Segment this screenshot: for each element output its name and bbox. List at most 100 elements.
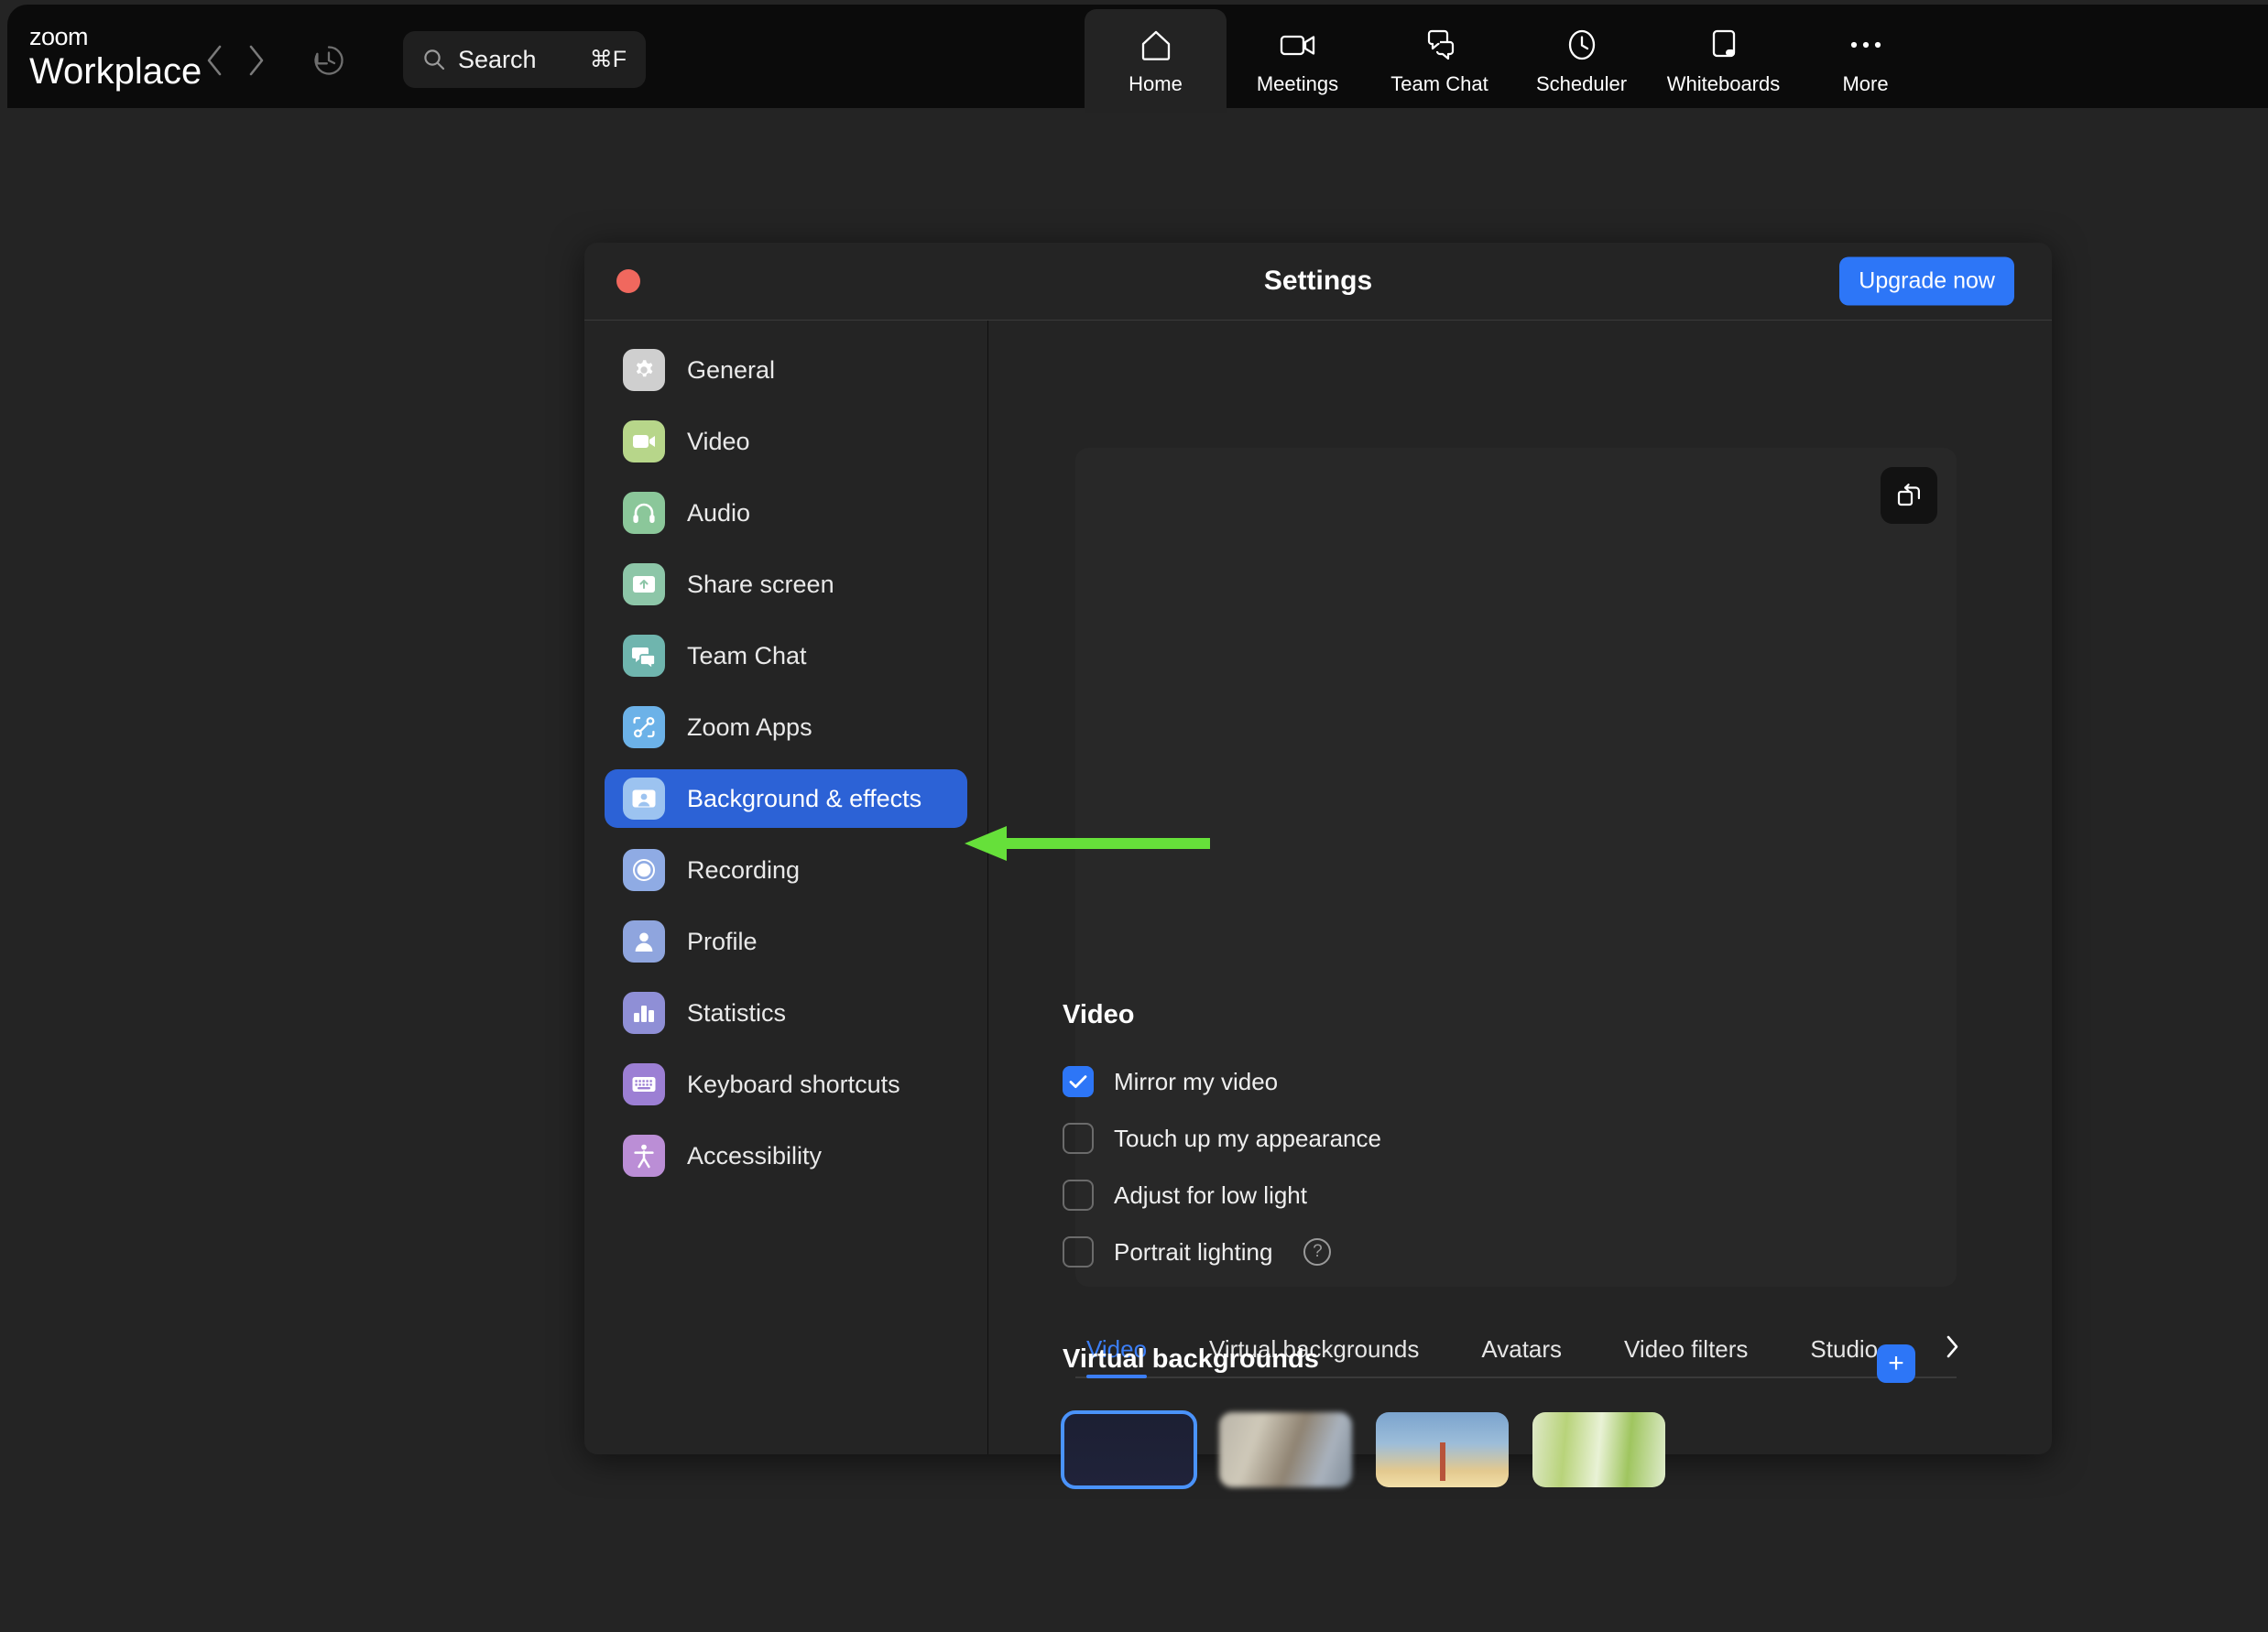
main-nav-tabs: Home Meetings Team Chat Scheduler Whiteb… <box>1085 5 1936 113</box>
tab-meetings-label: Meetings <box>1256 72 1339 95</box>
upgrade-now-button[interactable]: Upgrade now <box>1839 256 2014 306</box>
checkbox-row-portrait-lighting[interactable]: Portrait lighting ? <box>1063 1224 1759 1280</box>
record-icon <box>623 849 665 891</box>
tab-video-filters-label: Video filters <box>1624 1335 1749 1363</box>
tab-avatars[interactable]: Avatars <box>1481 1335 1562 1376</box>
sidebar-item-accessibility[interactable]: Accessibility <box>605 1126 967 1185</box>
headphones-icon <box>623 492 665 534</box>
brand-line-2: Workplace <box>29 51 202 92</box>
virtual-background-thumbnails <box>1061 1410 1665 1489</box>
checkbox-adjust-for-low-light-label: Adjust for low light <box>1114 1180 1307 1209</box>
bridge-tower <box>1439 1442 1445 1482</box>
checkbox-row-adjust-for-low-light[interactable]: Adjust for low light <box>1063 1167 1759 1224</box>
search-shortcut-hint: ⌘F <box>589 47 627 72</box>
settings-dialog-header: Settings Upgrade now <box>584 243 2052 321</box>
video-section-title: Video <box>1063 1000 1135 1029</box>
checkbox-row-touch-up-my-appearance[interactable]: Touch up my appearance <box>1063 1110 1759 1167</box>
zoom-workplace-logo: zoom Workplace <box>29 23 202 92</box>
add-virtual-background-button[interactable]: + <box>1877 1344 1915 1383</box>
share-screen-icon <box>623 563 665 605</box>
tab-scheduler[interactable]: Scheduler <box>1510 9 1652 113</box>
sidebar-item-share-screen-label: Share screen <box>687 570 834 598</box>
sidebar-item-zoom-apps[interactable]: Zoom Apps <box>605 698 967 756</box>
keyboard-icon <box>623 1063 665 1105</box>
whiteboard-icon <box>1706 26 1741 64</box>
checkbox-touch-up-my-appearance-label: Touch up my appearance <box>1114 1124 1381 1152</box>
rotate-camera-button[interactable] <box>1881 467 1937 524</box>
chat-bubbles-icon <box>1421 26 1459 64</box>
sidebar-item-team-chat-label: Team Chat <box>687 641 807 669</box>
sidebar-item-profile[interactable]: Profile <box>605 912 967 971</box>
ellipsis-icon <box>1848 26 1884 64</box>
search-placeholder-text: Search <box>458 45 537 73</box>
accessibility-icon <box>623 1135 665 1177</box>
app-window-titlebar: zoom Workplace Search ⌘F Home Meetings T… <box>7 5 2268 113</box>
tab-home[interactable]: Home <box>1085 9 1227 113</box>
sidebar-item-audio-label: Audio <box>687 498 751 527</box>
portrait-lighting-help-icon[interactable]: ? <box>1303 1238 1332 1266</box>
home-icon <box>1138 26 1174 64</box>
virtual-background-thumbnail-blur[interactable] <box>1219 1412 1352 1487</box>
checkbox-adjust-for-low-light[interactable] <box>1063 1180 1094 1211</box>
sidebar-item-profile-label: Profile <box>687 927 758 955</box>
back-button[interactable] <box>193 39 235 82</box>
tab-home-label: Home <box>1129 72 1183 95</box>
tab-video-filters[interactable]: Video filters <box>1624 1335 1748 1376</box>
sidebar-item-statistics[interactable]: Statistics <box>605 984 967 1042</box>
sidebar-item-background-and-effects[interactable]: Background & effects <box>605 769 967 828</box>
virtual-backgrounds-title: Virtual backgrounds <box>1063 1344 1319 1374</box>
history-clock-icon <box>314 46 343 75</box>
virtual-background-thumbnail-grass[interactable] <box>1532 1412 1665 1487</box>
settings-sidebar: General Video Audio Share screen Team Ch… <box>584 321 988 1454</box>
forward-button[interactable] <box>235 39 278 82</box>
sidebar-item-general-label: General <box>687 355 776 384</box>
search-icon <box>422 48 446 71</box>
sidebar-item-video[interactable]: Video <box>605 412 967 471</box>
team-chat-icon <box>623 635 665 677</box>
sidebar-item-video-label: Video <box>687 427 750 455</box>
sidebar-item-keyboard-shortcuts[interactable]: Keyboard shortcuts <box>605 1055 967 1114</box>
tab-more-label: More <box>1842 72 1889 95</box>
sidebar-item-audio[interactable]: Audio <box>605 484 967 542</box>
settings-dialog-title: Settings <box>1263 266 1373 296</box>
checkbox-portrait-lighting[interactable] <box>1063 1236 1094 1268</box>
tab-more[interactable]: More <box>1794 9 1936 113</box>
sidebar-item-general[interactable]: General <box>605 341 967 399</box>
sidebar-item-zoom-apps-label: Zoom Apps <box>687 713 812 741</box>
tab-studio[interactable]: Studio <box>1810 1335 1878 1376</box>
tab-team-chat[interactable]: Team Chat <box>1368 9 1510 113</box>
virtual-background-thumbnail-none[interactable] <box>1061 1410 1197 1489</box>
tab-scheduler-label: Scheduler <box>1535 72 1628 95</box>
chevron-right-icon <box>1946 1335 1958 1358</box>
bar-chart-icon <box>623 992 665 1034</box>
settings-content-pane: Video Virtual backgrounds Avatars Video … <box>988 321 2052 1454</box>
sidebar-item-share-screen[interactable]: Share screen <box>605 555 967 614</box>
brand-line-1: zoom <box>29 23 89 50</box>
checkbox-mirror-my-video[interactable] <box>1063 1066 1094 1097</box>
video-camera-icon <box>1278 26 1318 64</box>
tab-whiteboards-label: Whiteboards <box>1666 72 1781 95</box>
virtual-background-thumbnail-golden-gate[interactable] <box>1376 1412 1509 1487</box>
background-effects-icon <box>623 778 665 820</box>
sidebar-item-team-chat[interactable]: Team Chat <box>605 626 967 685</box>
sidebar-item-accessibility-label: Accessibility <box>687 1141 823 1170</box>
tab-whiteboards[interactable]: Whiteboards <box>1652 9 1794 113</box>
checkbox-row-mirror-my-video[interactable]: Mirror my video <box>1063 1053 1759 1110</box>
search-input[interactable]: Search ⌘F <box>403 31 646 88</box>
tabs-scroll-right-button[interactable] <box>1945 1334 1960 1364</box>
tab-studio-label: Studio <box>1810 1335 1879 1363</box>
close-window-button[interactable] <box>616 269 640 293</box>
profile-icon <box>623 920 665 963</box>
checkbox-mirror-my-video-label: Mirror my video <box>1114 1067 1279 1095</box>
chevron-right-icon <box>249 45 264 76</box>
checkbox-portrait-lighting-label: Portrait lighting <box>1114 1237 1273 1266</box>
video-options-list: Mirror my video Touch up my appearance A… <box>1063 1053 1759 1280</box>
checkbox-touch-up-my-appearance[interactable] <box>1063 1123 1094 1154</box>
sidebar-item-recording-label: Recording <box>687 855 801 884</box>
screen-root: zoom Workplace Search ⌘F Home Meetings T… <box>0 0 2268 1632</box>
clock-icon <box>1565 26 1598 64</box>
history-button[interactable] <box>303 39 354 82</box>
sidebar-item-recording[interactable]: Recording <box>605 841 967 899</box>
tab-meetings[interactable]: Meetings <box>1227 9 1368 113</box>
sidebar-item-background-and-effects-label: Background & effects <box>687 784 922 812</box>
